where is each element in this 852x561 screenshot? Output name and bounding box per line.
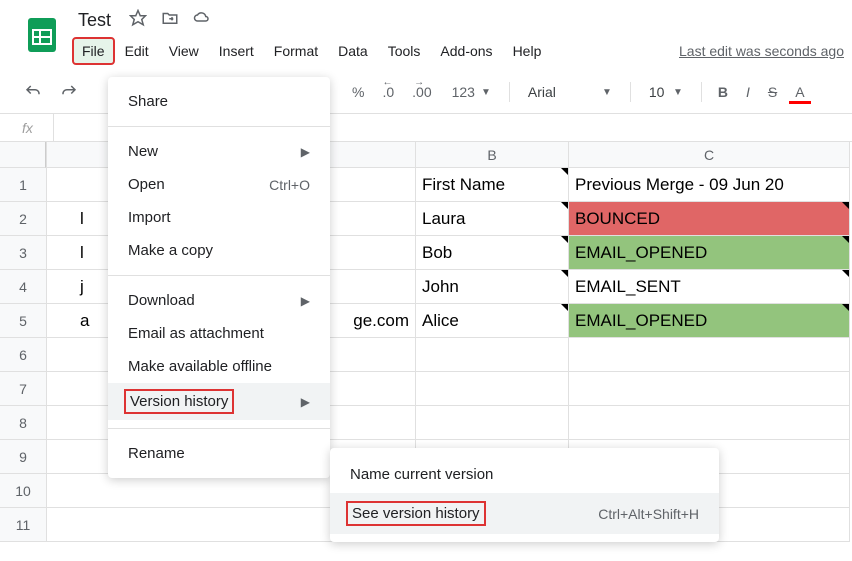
col-header-c[interactable]: C — [569, 142, 850, 168]
menu-format[interactable]: Format — [264, 37, 328, 65]
cell[interactable] — [416, 372, 569, 406]
file-menu-import[interactable]: Import — [108, 201, 330, 234]
menu-help[interactable]: Help — [503, 37, 552, 65]
file-menu-dropdown: Share New▶ OpenCtrl+O Import Make a copy… — [108, 77, 330, 478]
cell[interactable]: BOUNCED — [569, 202, 850, 236]
strikethrough-button[interactable]: S — [762, 80, 783, 104]
menu-edit[interactable]: Edit — [115, 37, 159, 65]
document-title[interactable]: Test — [72, 8, 117, 33]
row-header[interactable]: 7 — [0, 372, 46, 406]
file-menu-new[interactable]: New▶ — [108, 135, 330, 168]
text-color-button[interactable]: A — [789, 80, 810, 104]
submenu-arrow-icon: ▶ — [301, 294, 310, 308]
row-header[interactable]: 8 — [0, 406, 46, 440]
menu-view[interactable]: View — [159, 37, 209, 65]
cell[interactable]: Bob — [416, 236, 569, 270]
cell[interactable]: EMAIL_OPENED — [569, 236, 850, 270]
menu-data[interactable]: Data — [328, 37, 378, 65]
row-header[interactable]: 6 — [0, 338, 46, 372]
cell[interactable] — [569, 338, 850, 372]
col-header-b[interactable]: B — [416, 142, 569, 168]
move-icon[interactable] — [161, 9, 179, 32]
italic-button[interactable]: I — [740, 80, 756, 104]
row-header[interactable]: 5 — [0, 304, 46, 338]
file-menu-version-history[interactable]: Version history▶ — [108, 383, 330, 420]
menu-tools[interactable]: Tools — [378, 37, 431, 65]
cell[interactable]: Alice — [416, 304, 569, 338]
row-header[interactable]: 9 — [0, 440, 46, 474]
file-menu-open[interactable]: OpenCtrl+O — [108, 168, 330, 201]
version-history-submenu: Name current version See version history… — [330, 448, 719, 542]
submenu-name-current-version[interactable]: Name current version — [330, 456, 719, 493]
redo-button[interactable] — [54, 79, 84, 105]
row-header[interactable]: 3 — [0, 236, 46, 270]
font-family-dropdown[interactable]: Arial▼ — [520, 80, 620, 104]
file-menu-email-attachment[interactable]: Email as attachment — [108, 317, 330, 350]
sheets-logo-icon — [22, 14, 62, 54]
cell[interactable]: Laura — [416, 202, 569, 236]
last-edit-link[interactable]: Last edit was seconds ago — [679, 43, 852, 59]
cell[interactable]: EMAIL_OPENED — [569, 304, 850, 338]
cell[interactable]: First Name — [416, 168, 569, 202]
undo-button[interactable] — [18, 79, 48, 105]
cloud-icon[interactable] — [193, 9, 211, 32]
submenu-arrow-icon: ▶ — [301, 395, 310, 409]
cell[interactable]: EMAIL_SENT — [569, 270, 850, 304]
select-all-corner[interactable] — [0, 142, 46, 168]
row-header[interactable]: 11 — [0, 508, 46, 542]
bold-button[interactable]: B — [712, 80, 734, 104]
percent-format-button[interactable]: % — [346, 80, 370, 104]
cell[interactable]: John — [416, 270, 569, 304]
increase-decimal-button[interactable]: .00→ — [406, 80, 437, 104]
decrease-decimal-button[interactable]: .0← — [376, 80, 400, 104]
menu-addons[interactable]: Add-ons — [430, 37, 502, 65]
menubar: File Edit View Insert Format Data Tools … — [72, 37, 852, 65]
fx-label: fx — [0, 114, 54, 141]
file-menu-share[interactable]: Share — [108, 85, 330, 118]
cell[interactable] — [416, 338, 569, 372]
font-size-dropdown[interactable]: 10▼ — [641, 80, 691, 104]
submenu-see-version-history[interactable]: See version historyCtrl+Alt+Shift+H — [330, 493, 719, 534]
cell[interactable] — [569, 372, 850, 406]
file-menu-rename[interactable]: Rename — [108, 437, 330, 470]
star-icon[interactable] — [129, 9, 147, 32]
file-menu-download[interactable]: Download▶ — [108, 284, 330, 317]
row-header[interactable]: 2 — [0, 202, 46, 236]
row-header[interactable]: 10 — [0, 474, 46, 508]
row-header[interactable]: 4 — [0, 270, 46, 304]
menu-insert[interactable]: Insert — [209, 37, 264, 65]
submenu-arrow-icon: ▶ — [301, 145, 310, 159]
cell[interactable]: Previous Merge - 09 Jun 20 — [569, 168, 850, 202]
cell[interactable] — [416, 406, 569, 440]
number-format-dropdown[interactable]: 123▼ — [444, 80, 499, 104]
file-menu-make-copy[interactable]: Make a copy — [108, 234, 330, 267]
file-menu-offline[interactable]: Make available offline — [108, 350, 330, 383]
cell[interactable] — [569, 406, 850, 440]
menu-file[interactable]: File — [72, 37, 115, 65]
row-header[interactable]: 1 — [0, 168, 46, 202]
